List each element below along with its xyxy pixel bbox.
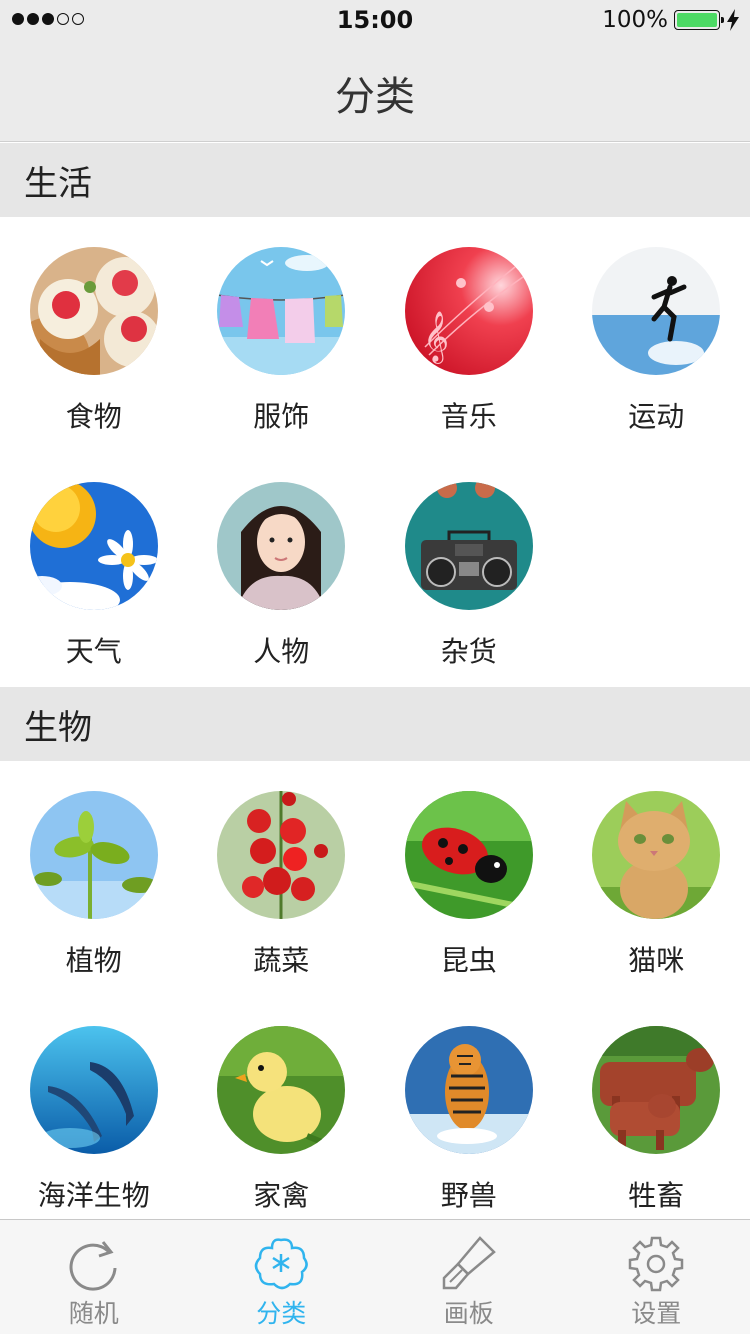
clothesline-photo-icon <box>217 247 346 375</box>
boombox-photo-icon <box>404 482 533 610</box>
category-label: 野兽 <box>440 1179 497 1212</box>
category-item-poultry[interactable]: 家禽 <box>188 1026 376 1219</box>
sprout-photo-icon <box>29 791 158 919</box>
category-item-vegetables[interactable]: 蔬菜 <box>188 791 376 1026</box>
tomatoes-photo-icon <box>217 791 346 919</box>
tab-category[interactable]: 分类 <box>188 1220 376 1334</box>
category-item-marine-life[interactable]: 海洋生物 <box>0 1026 188 1219</box>
category-item-plants[interactable]: 植物 <box>0 791 188 1026</box>
dolphins-photo-icon <box>29 1026 158 1154</box>
category-label: 家禽 <box>253 1179 310 1212</box>
category-label: 昆虫 <box>440 944 497 977</box>
category-label: 服饰 <box>253 400 310 433</box>
category-label: 杂货 <box>440 635 497 668</box>
navigation-bar: 分类 <box>0 40 750 142</box>
category-list[interactable]: 生活 食物 服饰 𝄞 音乐 运动 天气 人物 杂货 生物 植物 蔬菜 昆虫 猫咪… <box>0 143 750 1219</box>
music-notes-photo-icon: 𝄞 <box>404 247 533 375</box>
category-label: 食物 <box>65 400 122 433</box>
kitten-photo-icon <box>592 791 721 919</box>
tab-bar: 随机 分类 画板 设置 <box>0 1219 750 1334</box>
brush-icon <box>442 1236 496 1290</box>
category-label: 蔬菜 <box>253 944 310 977</box>
refresh-icon <box>69 1241 117 1291</box>
category-item-wild-beasts[interactable]: 野兽 <box>375 1026 563 1219</box>
duckling-photo-icon <box>217 1026 346 1154</box>
category-item-livestock[interactable]: 牲畜 <box>563 1026 750 1219</box>
section-header-life: 生活 <box>0 143 750 217</box>
category-item-sundries[interactable]: 杂货 <box>375 482 563 717</box>
category-item-cats[interactable]: 猫咪 <box>563 791 750 1026</box>
category-item-weather[interactable]: 天气 <box>0 482 188 717</box>
category-grid-life: 食物 服饰 𝄞 音乐 运动 天气 人物 杂货 <box>0 217 750 687</box>
category-label: 牲畜 <box>628 1179 685 1212</box>
charging-bolt-icon <box>727 9 739 31</box>
runner-photo-icon <box>592 247 721 375</box>
sun-daisy-photo-icon <box>29 482 158 610</box>
gear-icon <box>629 1236 684 1292</box>
category-item-people[interactable]: 人物 <box>188 482 376 717</box>
tab-label: 画板 <box>443 1299 494 1328</box>
cupcake-photo-icon <box>29 247 158 375</box>
category-item-music[interactable]: 𝄞 音乐 <box>375 247 563 482</box>
girl-portrait-photo-icon <box>217 482 346 610</box>
category-label: 海洋生物 <box>37 1179 150 1212</box>
category-label: 音乐 <box>440 400 497 433</box>
category-label: 人物 <box>253 635 310 668</box>
category-label: 植物 <box>65 944 122 977</box>
category-label: 猫咪 <box>628 944 685 977</box>
tab-label: 分类 <box>256 1299 307 1328</box>
page-title: 分类 <box>335 74 415 120</box>
category-label: 天气 <box>65 635 122 668</box>
battery-percent: 100% <box>602 7 668 33</box>
tiger-photo-icon <box>404 1026 533 1154</box>
tab-drawing-board[interactable]: 画板 <box>375 1220 563 1334</box>
ladybug-photo-icon <box>404 791 533 919</box>
tab-label: 设置 <box>631 1299 682 1328</box>
tab-random[interactable]: 随机 <box>0 1220 188 1334</box>
tab-label: 随机 <box>68 1299 119 1328</box>
category-item-food[interactable]: 食物 <box>0 247 188 482</box>
category-item-clothing[interactable]: 服饰 <box>188 247 376 482</box>
tab-settings[interactable]: 设置 <box>563 1220 750 1334</box>
category-label: 运动 <box>628 400 685 433</box>
cattle-photo-icon <box>592 1026 721 1154</box>
battery-icon <box>674 10 724 30</box>
status-bar: 15:00 100% <box>0 0 750 40</box>
svg-text:𝄞: 𝄞 <box>423 311 449 364</box>
category-grid-creatures: 植物 蔬菜 昆虫 猫咪 海洋生物 家禽 野兽 牲畜 <box>0 761 750 1219</box>
category-item-insects[interactable]: 昆虫 <box>375 791 563 1026</box>
flower-icon <box>255 1238 309 1290</box>
category-item-sports[interactable]: 运动 <box>563 247 750 482</box>
